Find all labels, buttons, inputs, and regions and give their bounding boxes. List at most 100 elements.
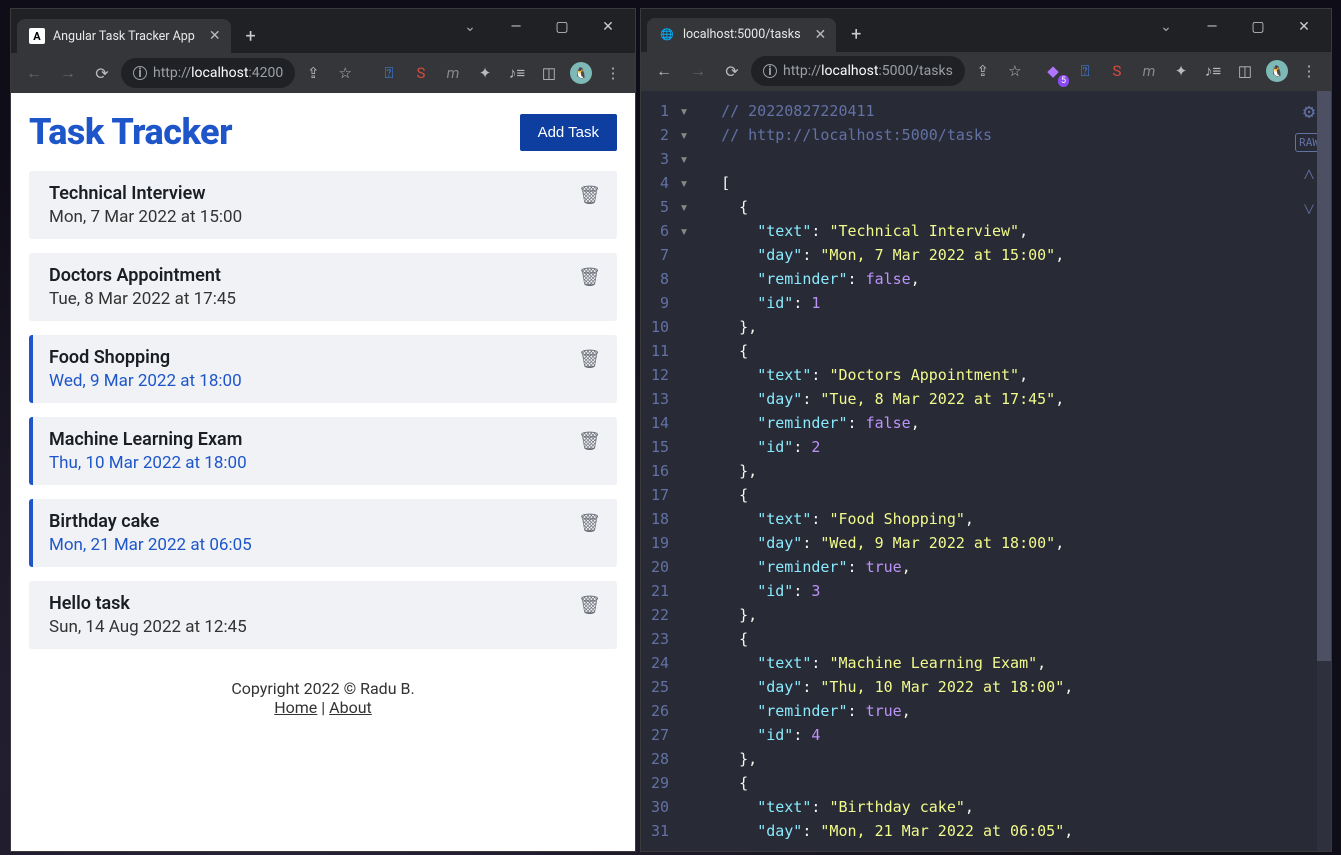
url-scheme: http://	[153, 65, 191, 81]
scrollbar-track[interactable]	[1317, 91, 1331, 851]
delete-task-trash-icon[interactable]: 🗑	[578, 429, 601, 452]
back-button[interactable]: ←	[19, 58, 49, 88]
add-task-button[interactable]: Add Task	[520, 114, 617, 151]
footer-about-link[interactable]: About	[329, 698, 372, 717]
expand-down-icon[interactable]: ˅	[1303, 197, 1314, 222]
delete-task-trash-icon[interactable]: 🗑	[578, 183, 601, 206]
tab-close-icon[interactable]: ✕	[815, 27, 827, 43]
task-card[interactable]: Doctors Appointment Tue, 8 Mar 2022 at 17…	[29, 253, 617, 321]
task-day: Mon, 21 Mar 2022 at 06:05	[49, 535, 252, 555]
task-text: Hello task	[49, 593, 247, 614]
task-day: Sun, 14 Aug 2022 at 12:45	[49, 617, 247, 637]
fold-gutter: ▾ ▾ ▾ ▾ ▾ ▾	[675, 91, 693, 851]
site-info-icon[interactable]: i	[763, 64, 777, 78]
kebab-menu-icon[interactable]: ⋮	[599, 59, 627, 87]
collapse-up-icon[interactable]: ˄	[1303, 162, 1314, 187]
task-text: Doctors Appointment	[49, 265, 236, 286]
task-card[interactable]: Technical Interview Mon, 7 Mar 2022 at 15…	[29, 171, 617, 239]
extension-bitwarden-icon[interactable]: ⍰	[375, 59, 403, 87]
new-tab-button[interactable]: +	[842, 21, 870, 49]
tab-search-chevron-icon[interactable]: ⌄	[447, 9, 493, 45]
gear-icon[interactable]: ⚙	[1303, 99, 1315, 123]
extension-red-icon[interactable]: S	[1103, 57, 1131, 85]
extension-purple-icon[interactable]: ◆5	[1039, 57, 1067, 85]
address-bar[interactable]: i http://localhost:4200	[121, 58, 295, 88]
extensions-puzzle-icon[interactable]: ✦	[1167, 57, 1195, 85]
footer-separator: |	[317, 698, 329, 717]
browser-tab-active[interactable]: A Angular Task Tracker App ✕	[17, 19, 231, 53]
footer-home-link[interactable]: Home	[274, 698, 317, 717]
window-controls: ⌄ — ▢ ✕	[1143, 9, 1327, 45]
side-panel-icon[interactable]: ◫	[1231, 57, 1259, 85]
extensions-puzzle-icon[interactable]: ✦	[471, 59, 499, 87]
task-text: Machine Learning Exam	[49, 429, 247, 450]
share-icon[interactable]: ⇪	[969, 57, 997, 85]
extension-m-icon[interactable]: m	[439, 59, 467, 87]
task-card[interactable]: Birthday cake Mon, 21 Mar 2022 at 06:05 🗑	[29, 499, 617, 567]
profile-avatar[interactable]: 🐧	[567, 59, 595, 87]
side-panel-icon[interactable]: ◫	[535, 59, 563, 87]
delete-task-trash-icon[interactable]: 🗑	[578, 265, 601, 288]
browser-window-right: 🌐 localhost:5000/tasks ✕ + ⌄ — ▢ ✕ ← → ⟳…	[640, 8, 1332, 852]
profile-avatar[interactable]: 🐧	[1263, 57, 1291, 85]
window-close-button[interactable]: ✕	[585, 9, 631, 45]
new-tab-button[interactable]: +	[237, 22, 265, 50]
json-code[interactable]: // 20220827220411 // http://localhost:50…	[693, 91, 1331, 851]
media-control-icon[interactable]: ♪≡	[503, 59, 531, 87]
localhost-favicon-icon: 🌐	[659, 27, 675, 43]
site-info-icon[interactable]: i	[133, 66, 147, 80]
task-list: Technical Interview Mon, 7 Mar 2022 at 15…	[29, 171, 617, 649]
json-viewer: 1 2 3 4 5 6 7 8 9 10 11 12 13 14 15 16 1…	[641, 91, 1331, 851]
star-icon[interactable]: ☆	[1001, 57, 1029, 85]
share-icon[interactable]: ⇪	[299, 59, 327, 87]
app-header: Task Tracker Add Task	[29, 111, 617, 153]
task-card[interactable]: Hello task Sun, 14 Aug 2022 at 12:45 🗑	[29, 581, 617, 649]
line-number-gutter: 1 2 3 4 5 6 7 8 9 10 11 12 13 14 15 16 1…	[641, 91, 675, 851]
address-bar[interactable]: i http://localhost:5000/tasks	[751, 56, 965, 86]
task-text: Technical Interview	[49, 183, 242, 204]
task-text: Food Shopping	[49, 347, 242, 368]
task-day: Mon, 7 Mar 2022 at 15:00	[49, 207, 242, 227]
task-card[interactable]: Machine Learning ExamThu, 10 Mar 2022 at…	[29, 417, 617, 485]
back-button[interactable]: ←	[649, 56, 679, 86]
extension-bitwarden-icon[interactable]: ⍰	[1071, 57, 1099, 85]
url-path: :5000/tasks	[878, 63, 952, 79]
url-host: localhost	[191, 65, 248, 81]
scrollbar-thumb[interactable]	[1317, 91, 1331, 661]
footer-copyright: Copyright 2022 © Radu B.	[29, 679, 617, 698]
url-scheme: http://	[783, 63, 821, 79]
window-maximize-button[interactable]: ▢	[1235, 9, 1281, 45]
kebab-menu-icon[interactable]: ⋮	[1295, 57, 1323, 85]
browser-toolbar: ← → ⟳ i http://localhost:5000/tasks ⇪ ☆ …	[641, 52, 1331, 91]
forward-button[interactable]: →	[683, 56, 713, 86]
task-card[interactable]: Food ShoppingWed, 9 Mar 2022 at 18:00🗑	[29, 335, 617, 403]
tabstrip: A Angular Task Tracker App ✕ + ⌄ — ▢ ✕	[11, 9, 635, 53]
media-control-icon[interactable]: ♪≡	[1199, 57, 1227, 85]
delete-task-trash-icon[interactable]: 🗑	[578, 593, 601, 616]
delete-task-trash-icon[interactable]: 🗑	[578, 511, 601, 534]
star-icon[interactable]: ☆	[331, 59, 359, 87]
window-controls: ⌄ — ▢ ✕	[447, 9, 631, 45]
app-footer: Copyright 2022 © Radu B. Home | About	[29, 679, 617, 717]
window-minimize-button[interactable]: —	[493, 9, 539, 45]
url-port: :4200	[248, 65, 283, 81]
window-close-button[interactable]: ✕	[1281, 9, 1327, 45]
task-text: Birthday cake	[49, 511, 252, 532]
extension-red-icon[interactable]: S	[407, 59, 435, 87]
browser-window-left: A Angular Task Tracker App ✕ + ⌄ — ▢ ✕ ←…	[10, 8, 636, 852]
reload-button[interactable]: ⟳	[717, 56, 747, 86]
tabstrip: 🌐 localhost:5000/tasks ✕ + ⌄ — ▢ ✕	[641, 9, 1331, 52]
app-title: Task Tracker	[29, 111, 232, 153]
delete-task-trash-icon[interactable]: 🗑	[578, 347, 601, 370]
window-minimize-button[interactable]: —	[1189, 9, 1235, 45]
url-host: localhost	[821, 63, 878, 79]
tab-title: Angular Task Tracker App	[53, 29, 195, 44]
tab-close-icon[interactable]: ✕	[209, 28, 221, 44]
forward-button[interactable]: →	[53, 58, 83, 88]
reload-button[interactable]: ⟳	[87, 58, 117, 88]
window-maximize-button[interactable]: ▢	[539, 9, 585, 45]
task-day: Tue, 8 Mar 2022 at 17:45	[49, 289, 236, 309]
extension-m-icon[interactable]: m	[1135, 57, 1163, 85]
tab-search-chevron-icon[interactable]: ⌄	[1143, 9, 1189, 45]
browser-tab-active[interactable]: 🌐 localhost:5000/tasks ✕	[647, 18, 836, 52]
